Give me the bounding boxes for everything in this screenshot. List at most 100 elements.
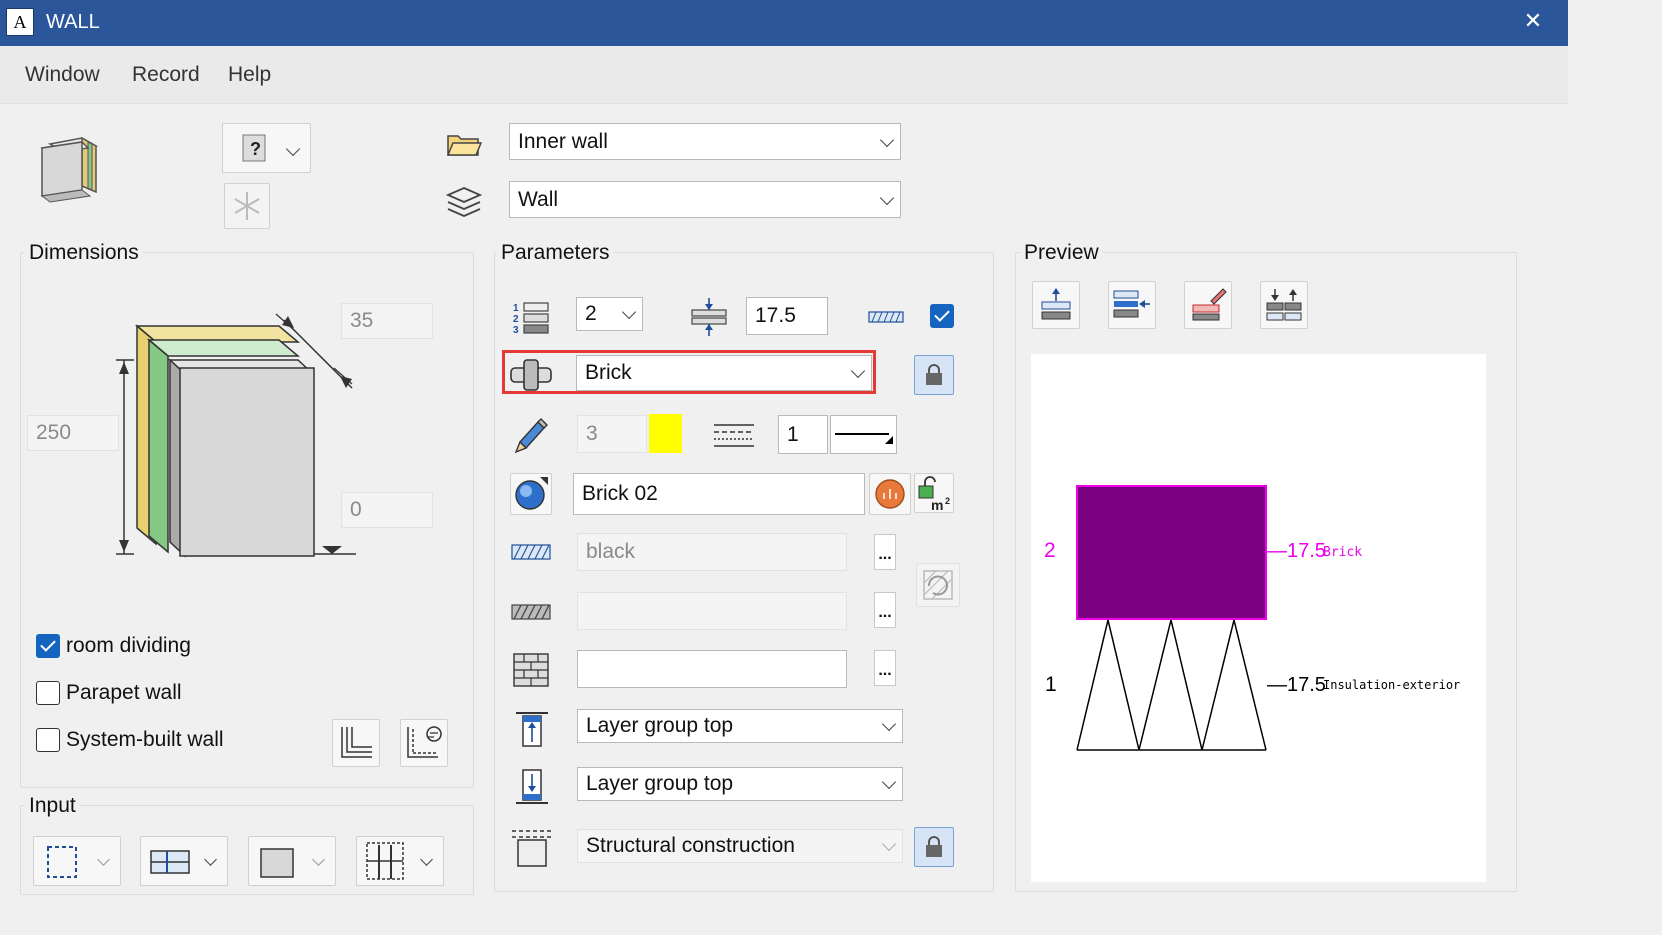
- thickness-field[interactable]: 35: [341, 303, 433, 339]
- surface-field[interactable]: Brick 02: [573, 473, 865, 515]
- hatching-icon: [511, 544, 551, 560]
- rectangle-icon: [260, 848, 294, 878]
- eraser-icon: [1192, 288, 1227, 321]
- preview-delete-button[interactable]: [1184, 281, 1232, 329]
- pattern-browse-button[interactable]: ...: [874, 592, 896, 628]
- material-select[interactable]: Brick: [576, 355, 872, 391]
- parapet-wall-checkbox[interactable]: [36, 681, 60, 705]
- construction-select[interactable]: Structural construction: [577, 829, 903, 863]
- type-value: Wall: [518, 187, 559, 211]
- input-rect-button[interactable]: [33, 836, 121, 886]
- wall-settings-button[interactable]: [400, 719, 448, 767]
- wall-corner-button[interactable]: [332, 719, 380, 767]
- room-dividing-checkbox[interactable]: [36, 634, 60, 658]
- chevron-down-icon: [881, 774, 897, 790]
- preview-move-up-button[interactable]: [1032, 281, 1080, 329]
- system-built-wall-checkbox[interactable]: [36, 728, 60, 752]
- hatch-layer-checkbox[interactable]: [930, 304, 954, 328]
- layer-1-insulation: [1076, 619, 1267, 751]
- parapet-wall-label: Parapet wall: [66, 681, 182, 704]
- chevron-down-icon: [285, 141, 301, 157]
- hatch-layer-icon: [868, 311, 904, 323]
- folder-icon[interactable]: [446, 130, 482, 158]
- material-joint-icon: [510, 359, 552, 391]
- line-type-icon: [714, 424, 754, 447]
- line-style-select[interactable]: [830, 415, 897, 454]
- input-wall-button[interactable]: [140, 836, 228, 886]
- top-attachment-select[interactable]: Layer group top: [577, 709, 903, 743]
- layers-icon[interactable]: [444, 184, 484, 224]
- surface-ball-icon: [875, 479, 905, 509]
- layer-thickness-field[interactable]: 17.5: [746, 297, 828, 335]
- line-type-field[interactable]: 1: [778, 415, 828, 454]
- layer-2-index: 2: [1044, 539, 1056, 562]
- construction-value: Structural construction: [586, 834, 795, 857]
- surface-button[interactable]: [510, 473, 552, 515]
- material-lock-button[interactable]: [914, 355, 954, 395]
- menu-record[interactable]: Record: [132, 63, 200, 87]
- pen-number-field[interactable]: 3: [577, 415, 647, 453]
- chevron-down-icon: [312, 853, 325, 866]
- close-button[interactable]: ✕: [1518, 6, 1548, 36]
- input-shape-button[interactable]: [248, 836, 336, 886]
- hatch-browse-button[interactable]: ...: [874, 534, 896, 570]
- menu-window[interactable]: Window: [25, 63, 100, 87]
- lock-icon: [926, 364, 942, 385]
- chevron-down-icon: [420, 853, 433, 866]
- input-grid-button[interactable]: [356, 836, 444, 886]
- wall-segment-icon: [150, 850, 190, 874]
- lock-icon: [926, 836, 942, 857]
- offset-field[interactable]: 0: [341, 492, 433, 528]
- fill-field[interactable]: [577, 650, 847, 688]
- preview-swap-button[interactable]: [1260, 281, 1308, 329]
- construction-lock-button[interactable]: [914, 827, 954, 867]
- pen-color-swatch[interactable]: [649, 414, 682, 453]
- pencil-icon: [514, 418, 548, 454]
- category-value: Inner wall: [518, 129, 608, 153]
- attach-top-icon: [516, 712, 548, 747]
- type-select[interactable]: Wall: [509, 181, 901, 218]
- snowflake-icon: [234, 192, 260, 220]
- chevron-down-icon: [879, 190, 895, 205]
- layer-2-thickness: —17.5: [1267, 540, 1326, 562]
- svg-text:m: m: [931, 497, 943, 512]
- height-field[interactable]: 250: [27, 415, 119, 451]
- chevron-down-icon: [621, 304, 637, 320]
- preview-insert-button[interactable]: [1108, 281, 1156, 329]
- layer-swap-icon: [1266, 289, 1302, 321]
- area-lock-button[interactable]: m 2: [914, 473, 954, 513]
- line-style-icon: [835, 433, 893, 444]
- sphere-icon: [515, 477, 548, 510]
- layer-number-select[interactable]: 2: [576, 297, 643, 331]
- fill-browse-button[interactable]: ...: [874, 650, 896, 686]
- freeze-button[interactable]: [224, 183, 270, 229]
- layer-2-name: Brick: [1323, 545, 1363, 560]
- reset-format-button[interactable]: [916, 563, 960, 607]
- top-attachment-value: Layer group top: [586, 714, 734, 737]
- layer-insert-icon: [1113, 290, 1150, 318]
- bottom-attachment-select[interactable]: Layer group top: [577, 767, 903, 801]
- svg-text:2: 2: [945, 496, 950, 506]
- hatch-color-field[interactable]: black: [577, 533, 847, 571]
- layer-numbering-icon: 1 2 3: [513, 302, 549, 336]
- layer-1-thickness: —17.5: [1267, 674, 1326, 696]
- help-dropdown-button[interactable]: ?: [222, 123, 311, 173]
- menu-help[interactable]: Help: [228, 63, 271, 87]
- title-bar: A WALL ✕: [0, 0, 1568, 46]
- surface-picker-button[interactable]: [869, 473, 911, 515]
- svg-text:1: 1: [513, 303, 519, 314]
- category-select[interactable]: Inner wall: [509, 123, 901, 160]
- layer-2-block: [1076, 485, 1267, 620]
- question-icon: ?: [242, 134, 265, 162]
- chevron-down-icon: [881, 836, 897, 852]
- preview-canvas: 2 —17.5 Brick 1 —17.5 Insulation-exterio…: [1031, 354, 1486, 882]
- attach-bottom-icon: [516, 769, 548, 804]
- layer-1-name: Insulation-exterior: [1323, 678, 1461, 692]
- corner-icon: [341, 727, 372, 758]
- brick-fill-icon: [513, 653, 549, 687]
- svg-text:3: 3: [513, 325, 519, 336]
- input-label: Input: [25, 794, 80, 818]
- layer-up-icon: [1041, 288, 1071, 320]
- preview-label: Preview: [1020, 241, 1103, 265]
- pattern-field[interactable]: [577, 592, 847, 630]
